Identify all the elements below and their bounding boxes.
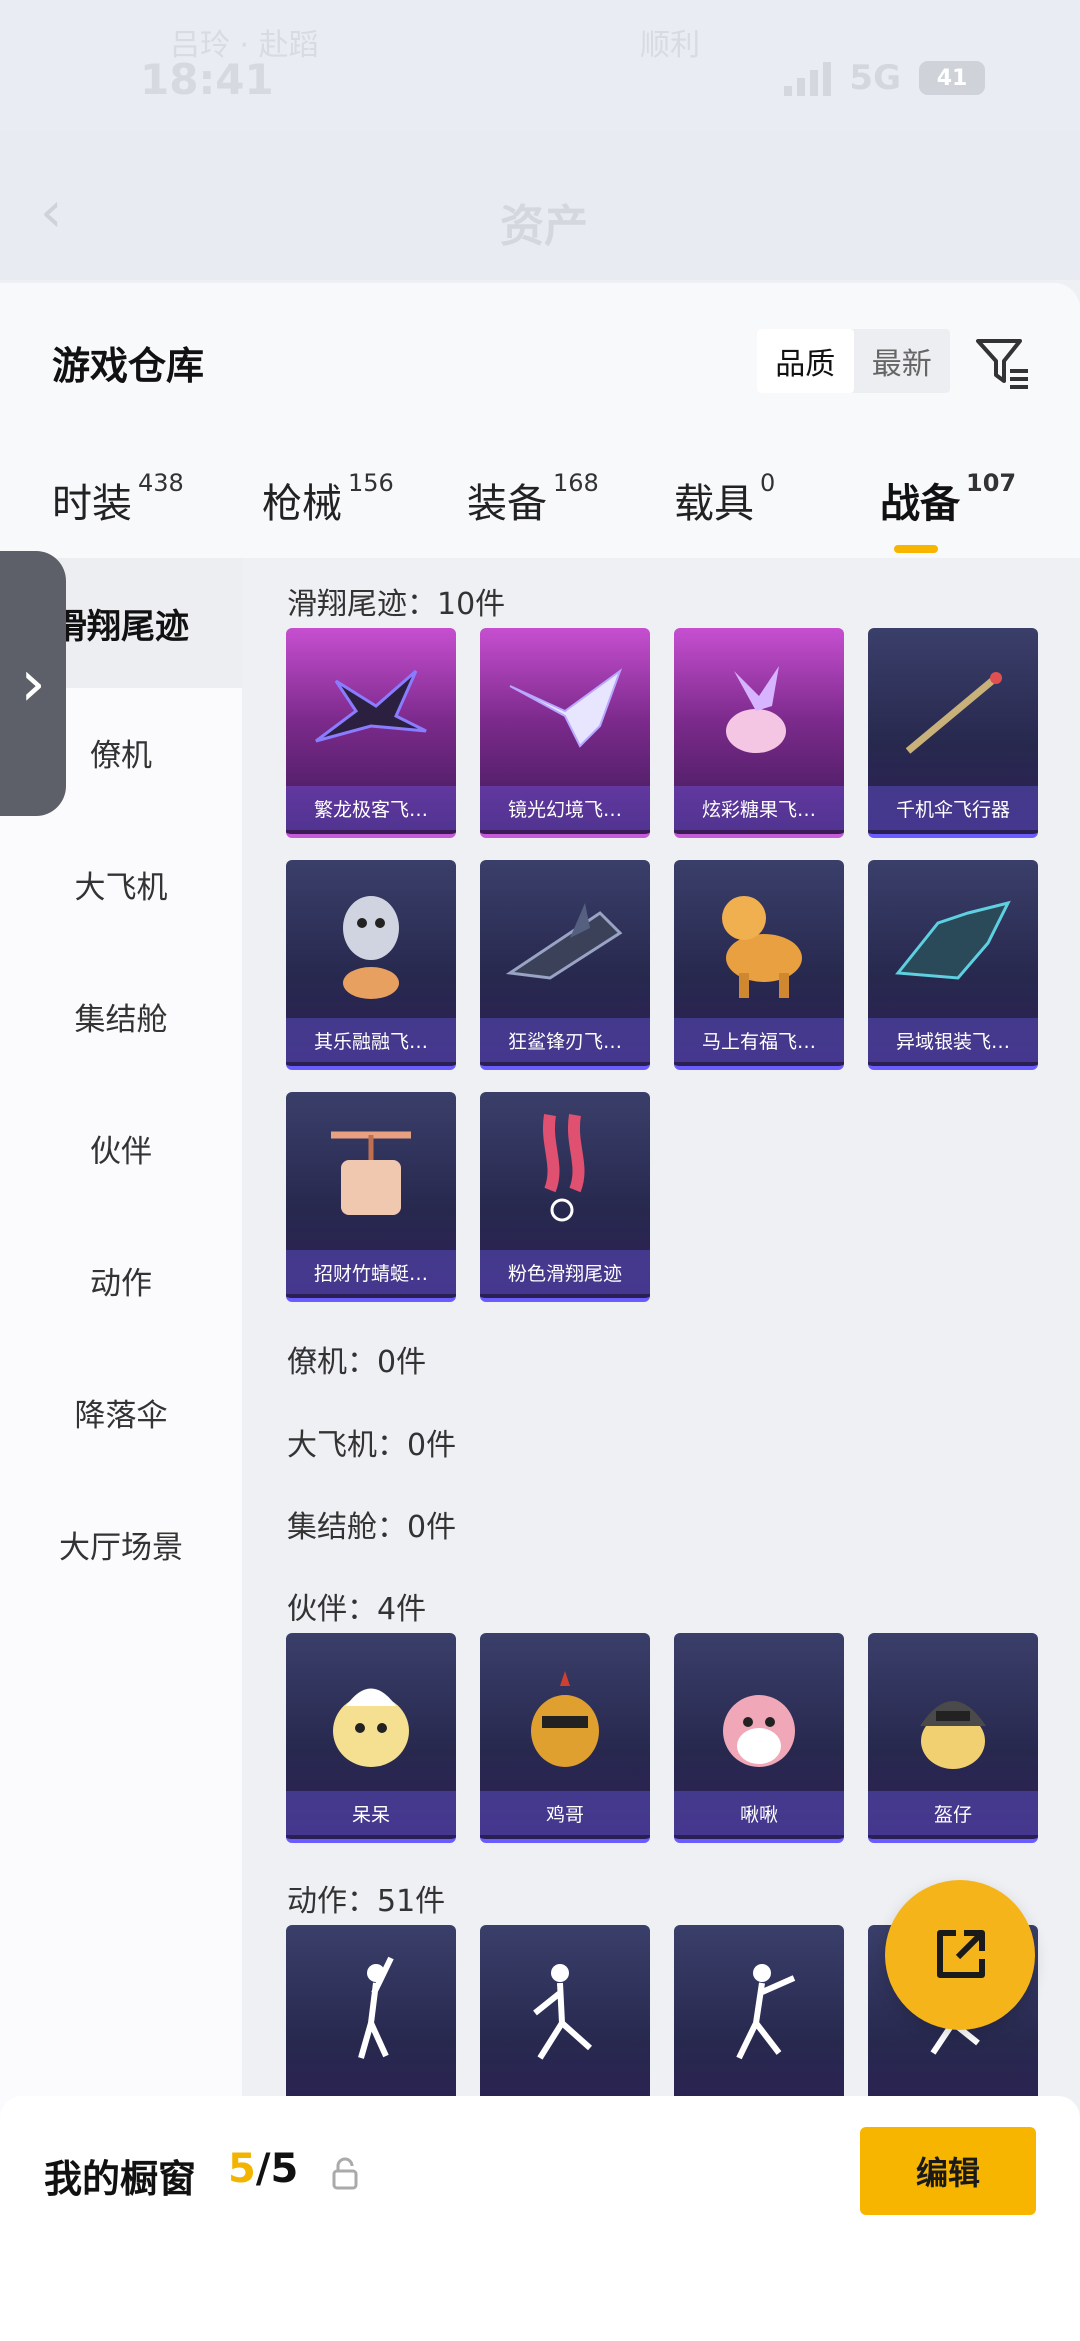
item-name: 招财竹蜻蜓… [286,1250,456,1294]
penguin-glider-icon [286,860,456,1025]
status-faint-center: 顺利 [640,28,700,63]
item-card[interactable]: 招财竹蜻蜓… [286,1092,456,1302]
item-name: 繁龙极客飞… [286,786,456,830]
bamboo-copter-icon [286,1092,456,1257]
item-name: 其乐融融飞… [286,1018,456,1062]
dance-pose-icon [674,1925,844,2090]
item-name: 镜光幻境飞… [480,786,650,830]
tab-fashion[interactable]: 时装 438 [52,469,184,529]
item-name: 狂鲨锋刃飞… [480,1018,650,1062]
back-icon[interactable]: ‹ [40,180,62,245]
item-card[interactable]: 镜光幻境飞… [480,628,650,838]
chicken-brother-icon [480,1633,650,1798]
category-item-partner[interactable]: 伙伴 [0,1126,242,1171]
panel-header: 游戏仓库 品质 最新 时装 438 枪械 156 装备 168 载具 0 战备 107 [0,283,1080,558]
item-name: 马上有福飞… [674,1018,844,1062]
showcase-count: 5/5 [228,2146,299,2192]
section-title-plane: 大飞机：0件 [287,1428,457,1463]
item-name: 呆呆 [286,1791,456,1835]
section-title-partner: 伙伴：4件 [287,1592,427,1627]
item-card[interactable]: 粉色滑翔尾迹 [480,1092,650,1302]
sort-toggle: 品质 最新 [757,329,950,393]
filter-icon[interactable] [972,329,1032,393]
chevron-right-icon: › [20,646,46,721]
item-card[interactable]: 马上有福飞… [674,860,844,1070]
status-time: 18:41 [140,55,274,104]
item-card[interactable]: 狂鲨锋刃飞… [480,860,650,1070]
tab-combat-prep[interactable]: 战备 107 [880,469,1016,553]
item-name: 异域银装飞… [868,1018,1038,1062]
dance-pose-icon [286,1925,456,2090]
sub-category-list: 滑翔尾迹 僚机 大飞机 集结舱 伙伴 动作 降落伞 大厅场景 [0,558,242,2341]
dragon-glider-icon [286,628,456,793]
bird-jiujiu-icon [674,1633,844,1798]
dance-pose-icon [480,1925,650,2090]
category-item-lobby-scene[interactable]: 大厅场景 [0,1522,242,1567]
category-item-parachute[interactable]: 降落伞 [0,1390,242,1435]
signal-icon [784,60,832,96]
item-card[interactable]: 其乐融融飞… [286,860,456,1070]
item-name: 啾啾 [674,1791,844,1835]
status-bar: 吕玲 · 赴蹈 顺利 18:41 5G 41 [0,0,1080,130]
active-tab-underline [894,545,938,553]
mirror-wing-icon [480,628,650,793]
status-indicators: 5G 41 [784,58,985,98]
battery-icon: 41 [919,61,985,95]
warehouse-panel: 游戏仓库 品质 最新 时装 438 枪械 156 装备 168 载具 0 战备 107 滑… [0,283,1080,2341]
item-card[interactable]: 呆呆 [286,1633,456,1843]
chick-daidai-icon [286,1633,456,1798]
candy-wing-icon [674,628,844,793]
network-label: 5G [849,58,901,98]
item-name: 盔仔 [868,1791,1038,1835]
tab-equipment[interactable]: 装备 168 [467,469,599,529]
category-item-pod[interactable]: 集结舱 [0,994,242,1039]
edit-button[interactable]: 编辑 [860,2127,1036,2215]
tab-weapons[interactable]: 枪械 156 [262,469,394,529]
section-title-wingman: 僚机：0件 [287,1345,427,1380]
page-title: 资产 [500,201,588,252]
helmet-chick-icon [868,1633,1038,1798]
item-content: 滑翔尾迹：10件 繁龙极客飞… 镜光幻境飞… 炫彩糖果飞… 千机伞飞行器 其乐融… [242,558,1080,2341]
showcase-title: 我的橱窗 [44,2157,197,2201]
item-card[interactable]: 千机伞飞行器 [868,628,1038,838]
item-name: 粉色滑翔尾迹 [480,1250,650,1294]
panel-title: 游戏仓库 [52,344,205,388]
share-button[interactable] [885,1880,1035,2030]
sort-newest-button[interactable]: 最新 [854,329,951,393]
section-title-pod: 集结舱：0件 [287,1510,457,1545]
exotic-wing-icon [868,860,1038,1025]
shark-glider-icon [480,860,650,1025]
drawer-toggle[interactable]: › [0,551,66,816]
showcase-bar: 我的橱窗 5/5 编辑 [0,2096,1080,2341]
category-item-emote[interactable]: 动作 [0,1258,242,1303]
item-card[interactable]: 盔仔 [868,1633,1038,1843]
horse-glider-icon [674,860,844,1025]
item-card[interactable]: 异域银装飞… [868,860,1038,1070]
umbrella-glider-icon [868,628,1038,793]
category-item-plane[interactable]: 大飞机 [0,862,242,907]
item-name: 鸡哥 [480,1791,650,1835]
item-card[interactable]: 繁龙极客飞… [286,628,456,838]
lock-icon [330,2156,360,2190]
share-icon [937,1930,985,1978]
item-card[interactable]: 炫彩糖果飞… [674,628,844,838]
section-title-emote: 动作：51件 [287,1884,446,1919]
item-card[interactable]: 鸡哥 [480,1633,650,1843]
pink-trail-icon [480,1092,650,1257]
nav-bar: ‹ 资产 [0,130,1080,280]
item-name: 炫彩糖果飞… [674,786,844,830]
section-title-glide: 滑翔尾迹：10件 [287,587,506,622]
tab-vehicles[interactable]: 载具 0 [674,469,775,529]
item-card[interactable]: 啾啾 [674,1633,844,1843]
sort-quality-button[interactable]: 品质 [757,329,854,393]
item-name: 千机伞飞行器 [868,786,1038,830]
category-tabs: 时装 438 枪械 156 装备 168 载具 0 战备 107 [0,469,1080,553]
